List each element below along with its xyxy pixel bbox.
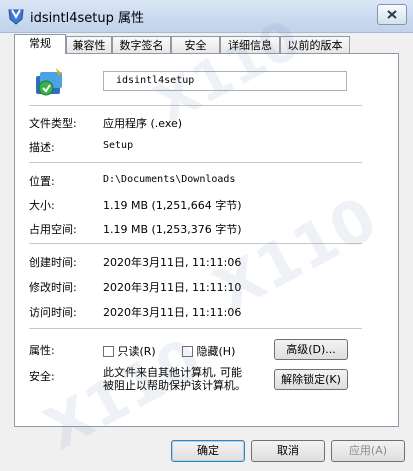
unblock-button[interactable]: 解除锁定(K)	[274, 369, 348, 390]
size-value: 1.19 MB (1,251,664 字节)	[103, 199, 242, 212]
hidden-checkbox-group[interactable]: 隐藏(H)	[182, 343, 235, 359]
readonly-label: 只读(R)	[117, 345, 156, 358]
window-title: idsintl4setup 属性	[30, 11, 144, 26]
separator	[29, 105, 362, 106]
title-bar: idsintl4setup 属性	[0, 0, 413, 33]
modified-label: 修改时间:	[29, 281, 77, 294]
hidden-checkbox[interactable]	[182, 346, 193, 357]
readonly-checkbox-group[interactable]: 只读(R)	[103, 343, 156, 359]
description-value: Setup	[103, 140, 134, 151]
file-name-input[interactable]: idsintl4setup	[103, 71, 347, 91]
location-value: D:\Documents\Downloads	[103, 174, 236, 185]
created-value: 2020年3月11日, 11:11:06	[103, 256, 242, 269]
tab-details[interactable]: 详细信息	[220, 36, 280, 53]
hidden-label: 隐藏(H)	[196, 345, 236, 358]
readonly-checkbox[interactable]	[103, 346, 114, 357]
location-label: 位置:	[29, 175, 55, 188]
size-on-disk-label: 占用空间:	[29, 223, 77, 236]
security-text-line2: 被阻止以帮助保护该计算机。	[103, 379, 246, 392]
close-button[interactable]	[377, 4, 407, 25]
tab-compatibility[interactable]: 兼容性	[66, 36, 112, 53]
tab-security[interactable]: 安全	[171, 36, 220, 53]
separator	[29, 162, 362, 163]
general-panel: idsintl4setup 文件类型: 应用程序 (.exe) 描述: Setu…	[14, 53, 399, 427]
advanced-button[interactable]: 高级(D)...	[274, 339, 348, 360]
file-type-value: 应用程序 (.exe)	[103, 117, 183, 130]
tab-digital-signatures[interactable]: 数字签名	[112, 36, 171, 53]
security-label: 安全:	[29, 370, 55, 383]
close-icon	[387, 10, 397, 19]
ok-button[interactable]: 确定	[171, 440, 245, 462]
created-label: 创建时间:	[29, 256, 77, 269]
accessed-value: 2020年3月11日, 11:11:06	[103, 306, 242, 319]
size-on-disk-value: 1.19 MB (1,253,376 字节)	[103, 223, 242, 236]
size-label: 大小:	[29, 199, 55, 212]
description-label: 描述:	[29, 141, 55, 154]
tab-previous-versions[interactable]: 以前的版本	[280, 36, 350, 53]
app-icon	[8, 7, 24, 28]
modified-value: 2020年3月11日, 11:11:10	[103, 281, 242, 294]
attributes-label: 属性:	[29, 344, 55, 357]
tab-general[interactable]: 常规	[14, 34, 66, 54]
security-text-line1: 此文件来自其他计算机, 可能	[103, 366, 242, 379]
separator	[29, 328, 362, 329]
setup-file-icon	[34, 66, 66, 98]
accessed-label: 访问时间:	[29, 306, 77, 319]
cancel-button[interactable]: 取消	[251, 440, 325, 462]
security-message: 此文件来自其他计算机, 可能 被阻止以帮助保护该计算机。	[103, 366, 246, 392]
file-type-label: 文件类型:	[29, 117, 77, 130]
separator	[29, 243, 362, 244]
apply-button[interactable]: 应用(A)	[331, 440, 405, 462]
